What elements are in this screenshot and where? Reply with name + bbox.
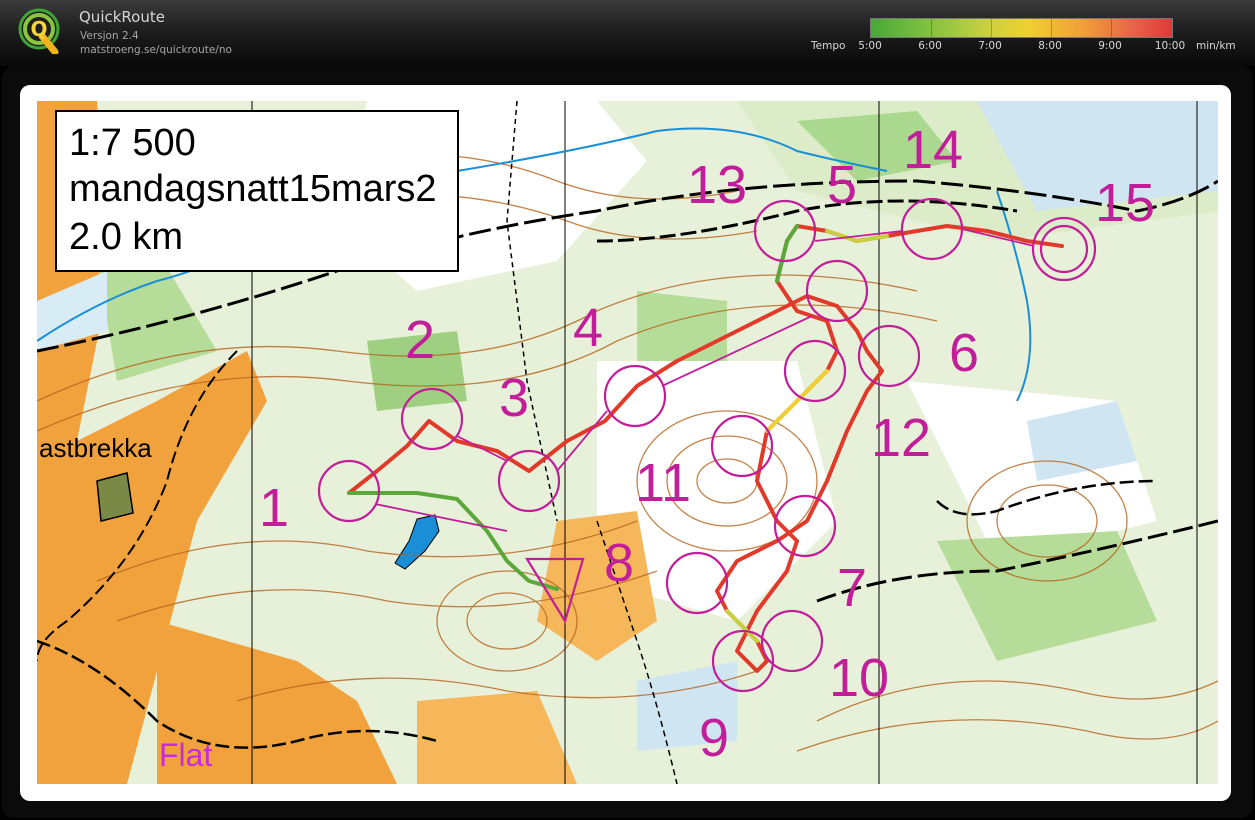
- map-info-box: 1:7 500 mandagsnatt15mars2 2.0 km: [55, 110, 459, 272]
- map-scale: 1:7 500: [69, 122, 196, 164]
- session-name: mandagsnatt15mars2: [69, 168, 437, 210]
- control-number: 1: [259, 478, 289, 538]
- tempo-tick: 9:00: [1098, 40, 1122, 52]
- app-version: Versjon 2.4: [80, 30, 139, 42]
- route-distance: 2.0 km: [69, 216, 184, 258]
- control-number: 12: [871, 408, 931, 468]
- control-number: 11: [635, 453, 691, 513]
- tempo-unit: min/km: [1196, 40, 1236, 52]
- logo-letter: Q: [30, 17, 47, 41]
- building-area: [96, 472, 134, 522]
- control-number: 9: [699, 708, 729, 768]
- place-label: astbrekka: [39, 433, 152, 463]
- control-number: 15: [1095, 173, 1155, 233]
- control-number: 4: [573, 298, 603, 358]
- app-name: QuickRoute: [79, 8, 165, 26]
- tempo-tick: 8:00: [1038, 40, 1062, 52]
- tempo-tick: 7:00: [978, 40, 1002, 52]
- control-number: 14: [903, 120, 963, 180]
- title-bar: Q QuickRoute Versjon 2.4 matstroeng.se/q…: [0, 0, 1255, 66]
- control-number: 2: [405, 310, 435, 370]
- control-number: 13: [687, 155, 747, 215]
- app-url[interactable]: matstroeng.se/quickroute/no: [80, 44, 232, 57]
- control-number: 6: [949, 323, 979, 383]
- tempo-legend: Tempo 5:00 6:00 7:00 8:00 9:00 10:00 min…: [809, 18, 1249, 58]
- tempo-label: Tempo: [811, 40, 846, 52]
- control-number: 10: [829, 648, 889, 708]
- dense-green-area: [637, 291, 727, 361]
- tempo-tick: 10:00: [1154, 40, 1186, 52]
- control-number: 3: [499, 368, 529, 428]
- control-number: 8: [604, 533, 634, 593]
- tempo-color-scale: [870, 18, 1173, 38]
- quickroute-logo-icon: Q: [18, 8, 60, 54]
- control-number: 7: [837, 558, 867, 618]
- tempo-tick: 5:00: [858, 40, 882, 52]
- place-label: Flat: [159, 737, 212, 773]
- tempo-tick: 6:00: [918, 40, 942, 52]
- control-number: 5: [827, 155, 857, 215]
